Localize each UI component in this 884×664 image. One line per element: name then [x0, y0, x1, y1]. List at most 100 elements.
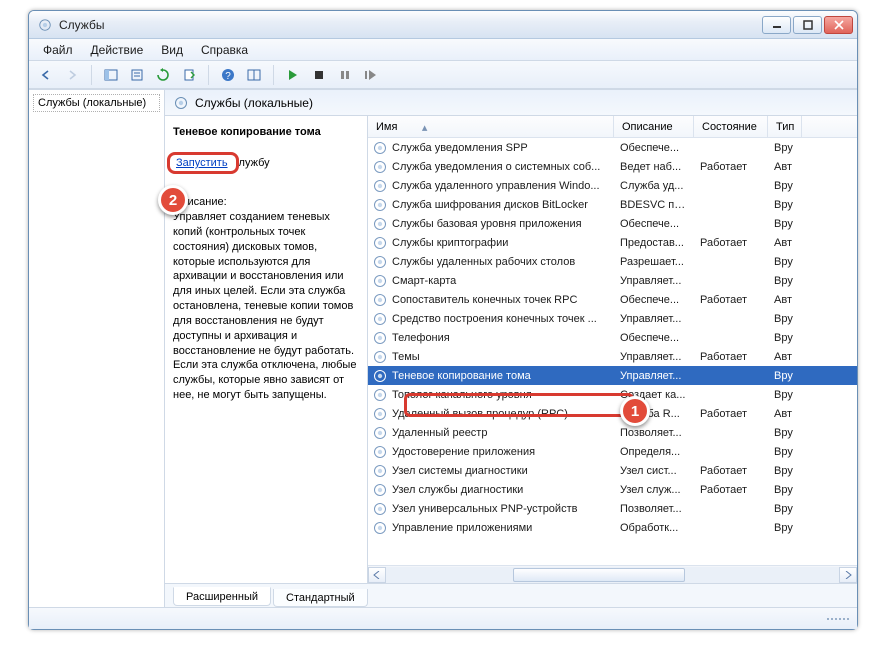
- service-desc: Служба уд...: [614, 180, 694, 192]
- scroll-thumb[interactable]: [513, 568, 685, 582]
- table-row[interactable]: Удаленный реестрПозволяет...Вру: [368, 423, 857, 442]
- menu-view[interactable]: Вид: [153, 41, 191, 59]
- service-name: Служба уведомления о системных соб...: [392, 161, 600, 173]
- pause-service-button[interactable]: [334, 64, 356, 86]
- toolbar: ?: [29, 61, 857, 89]
- service-name: Служба шифрования дисков BitLocker: [392, 199, 588, 211]
- table-row[interactable]: ТемыУправляет...РаботаетАвт: [368, 347, 857, 366]
- gear-icon: [372, 197, 388, 213]
- service-type: Вру: [768, 199, 802, 211]
- table-row[interactable]: Удостоверение приложенияОпределя...Вру: [368, 442, 857, 461]
- tree-item-services-local[interactable]: Службы (локальные): [33, 94, 160, 112]
- window-title: Службы: [59, 18, 762, 32]
- detail-pane: Теневое копирование тома Запустить лужбу…: [165, 116, 368, 583]
- scroll-right-icon[interactable]: [839, 567, 857, 583]
- table-row[interactable]: Удаленный вызов процедур (RPC)Служба R..…: [368, 404, 857, 423]
- table-row[interactable]: Служба уведомления о системных соб...Вед…: [368, 157, 857, 176]
- service-name: Тополог канального уровня: [392, 389, 532, 401]
- service-name: Смарт-карта: [392, 275, 456, 287]
- gear-icon: [372, 482, 388, 498]
- show-hide-tree-button[interactable]: [100, 64, 122, 86]
- console-tree-button[interactable]: [243, 64, 265, 86]
- table-row[interactable]: ТелефонияОбеспече...Вру: [368, 328, 857, 347]
- table-row[interactable]: Смарт-карта Управляет... Вру: [368, 271, 857, 290]
- service-type: Вру: [768, 142, 802, 154]
- gear-icon: [372, 159, 388, 175]
- close-button[interactable]: [824, 16, 853, 34]
- service-desc: BDESVC пр...: [614, 199, 694, 211]
- table-row[interactable]: Службы криптографииПредостав...РаботаетА…: [368, 233, 857, 252]
- table-row[interactable]: Службы базовая уровня приложенияОбеспече…: [368, 214, 857, 233]
- hscrollbar[interactable]: [368, 565, 857, 583]
- gear-icon: [173, 95, 189, 111]
- service-type: Вру: [768, 389, 802, 401]
- service-desc: Разрешает...: [614, 256, 694, 268]
- col-name[interactable]: Имя ▴: [368, 116, 614, 137]
- service-name: Узел службы диагностики: [392, 484, 523, 496]
- col-type[interactable]: Тип: [768, 116, 802, 137]
- gear-icon: [372, 216, 388, 232]
- start-link-highlight: Запустить: [167, 152, 239, 174]
- table-row[interactable]: Тополог канального уровняСоздает ка...Вр…: [368, 385, 857, 404]
- tab-extended[interactable]: Расширенный: [173, 587, 271, 606]
- service-desc: Управляет...: [614, 351, 694, 363]
- service-type: Вру: [768, 370, 802, 382]
- service-desc: Обеспече...: [614, 142, 694, 154]
- start-service-link[interactable]: Запустить: [174, 156, 230, 170]
- menu-action[interactable]: Действие: [83, 41, 152, 59]
- table-row[interactable]: Управление приложениямиОбработк...Вру: [368, 518, 857, 537]
- service-type: Авт: [768, 408, 802, 420]
- menu-help[interactable]: Справка: [193, 41, 256, 59]
- back-button[interactable]: [35, 64, 57, 86]
- col-description[interactable]: Описание: [614, 116, 694, 137]
- service-desc: Узел сист...: [614, 465, 694, 477]
- table-row[interactable]: Сопоставитель конечных точек RPCОбеспече…: [368, 290, 857, 309]
- resize-grip-icon[interactable]: [827, 618, 849, 620]
- service-type: Авт: [768, 294, 802, 306]
- gear-icon: [372, 368, 388, 384]
- export-list-button[interactable]: [178, 64, 200, 86]
- service-name: Средство построения конечных точек ...: [392, 313, 597, 325]
- service-type: Вру: [768, 484, 802, 496]
- svg-text:?: ?: [225, 71, 231, 82]
- list-rows: Служба уведомления SPPОбеспече...ВруСлуж…: [368, 138, 857, 565]
- minimize-button[interactable]: [762, 16, 791, 34]
- service-desc: Управляет...: [614, 313, 694, 325]
- table-row[interactable]: Служба шифрования дисков BitLocker BDESVC…: [368, 195, 857, 214]
- service-desc: Управляет...: [614, 275, 694, 287]
- start-suffix: лужбу: [239, 157, 270, 169]
- table-row[interactable]: Теневое копирование томаУправляет...Вру: [368, 366, 857, 385]
- gear-icon: [372, 520, 388, 536]
- console-tree: Службы (локальные): [29, 90, 165, 607]
- table-row[interactable]: Служба удаленного управления Windo... Слу…: [368, 176, 857, 195]
- table-row[interactable]: Средство построения конечных точек ... Уп…: [368, 309, 857, 328]
- properties-button[interactable]: [126, 64, 148, 86]
- col-state[interactable]: Состояние: [694, 116, 768, 137]
- service-name: Удаленный реестр: [392, 427, 487, 439]
- table-row[interactable]: Узел системы диагностикиУзел сист...Рабо…: [368, 461, 857, 480]
- service-name: Служба удаленного управления Windo...: [392, 180, 600, 192]
- table-row[interactable]: Узел службы диагностикиУзел служ...Работ…: [368, 480, 857, 499]
- service-desc: Обеспече...: [614, 294, 694, 306]
- service-desc: Позволяет...: [614, 427, 694, 439]
- service-name: Удостоверение приложения: [392, 446, 535, 458]
- maximize-button[interactable]: [793, 16, 822, 34]
- table-row[interactable]: Узел универсальных PNP-устройствПозволяе…: [368, 499, 857, 518]
- start-service-button[interactable]: [282, 64, 304, 86]
- gear-icon: [372, 292, 388, 308]
- gear-icon: [372, 387, 388, 403]
- scroll-left-icon[interactable]: [368, 567, 386, 583]
- gear-icon: [372, 235, 388, 251]
- menu-file[interactable]: Файл: [35, 41, 81, 59]
- table-row[interactable]: Служба уведомления SPPОбеспече...Вру: [368, 138, 857, 157]
- stop-service-button[interactable]: [308, 64, 330, 86]
- help-button[interactable]: ?: [217, 64, 239, 86]
- table-row[interactable]: Службы удаленных рабочих столовРазрешает…: [368, 252, 857, 271]
- gear-icon: [372, 406, 388, 422]
- forward-button[interactable]: [61, 64, 83, 86]
- gear-icon: [372, 178, 388, 194]
- tab-standard[interactable]: Стандартный: [273, 589, 368, 607]
- restart-service-button[interactable]: [360, 64, 382, 86]
- refresh-button[interactable]: [152, 64, 174, 86]
- service-type: Вру: [768, 275, 802, 287]
